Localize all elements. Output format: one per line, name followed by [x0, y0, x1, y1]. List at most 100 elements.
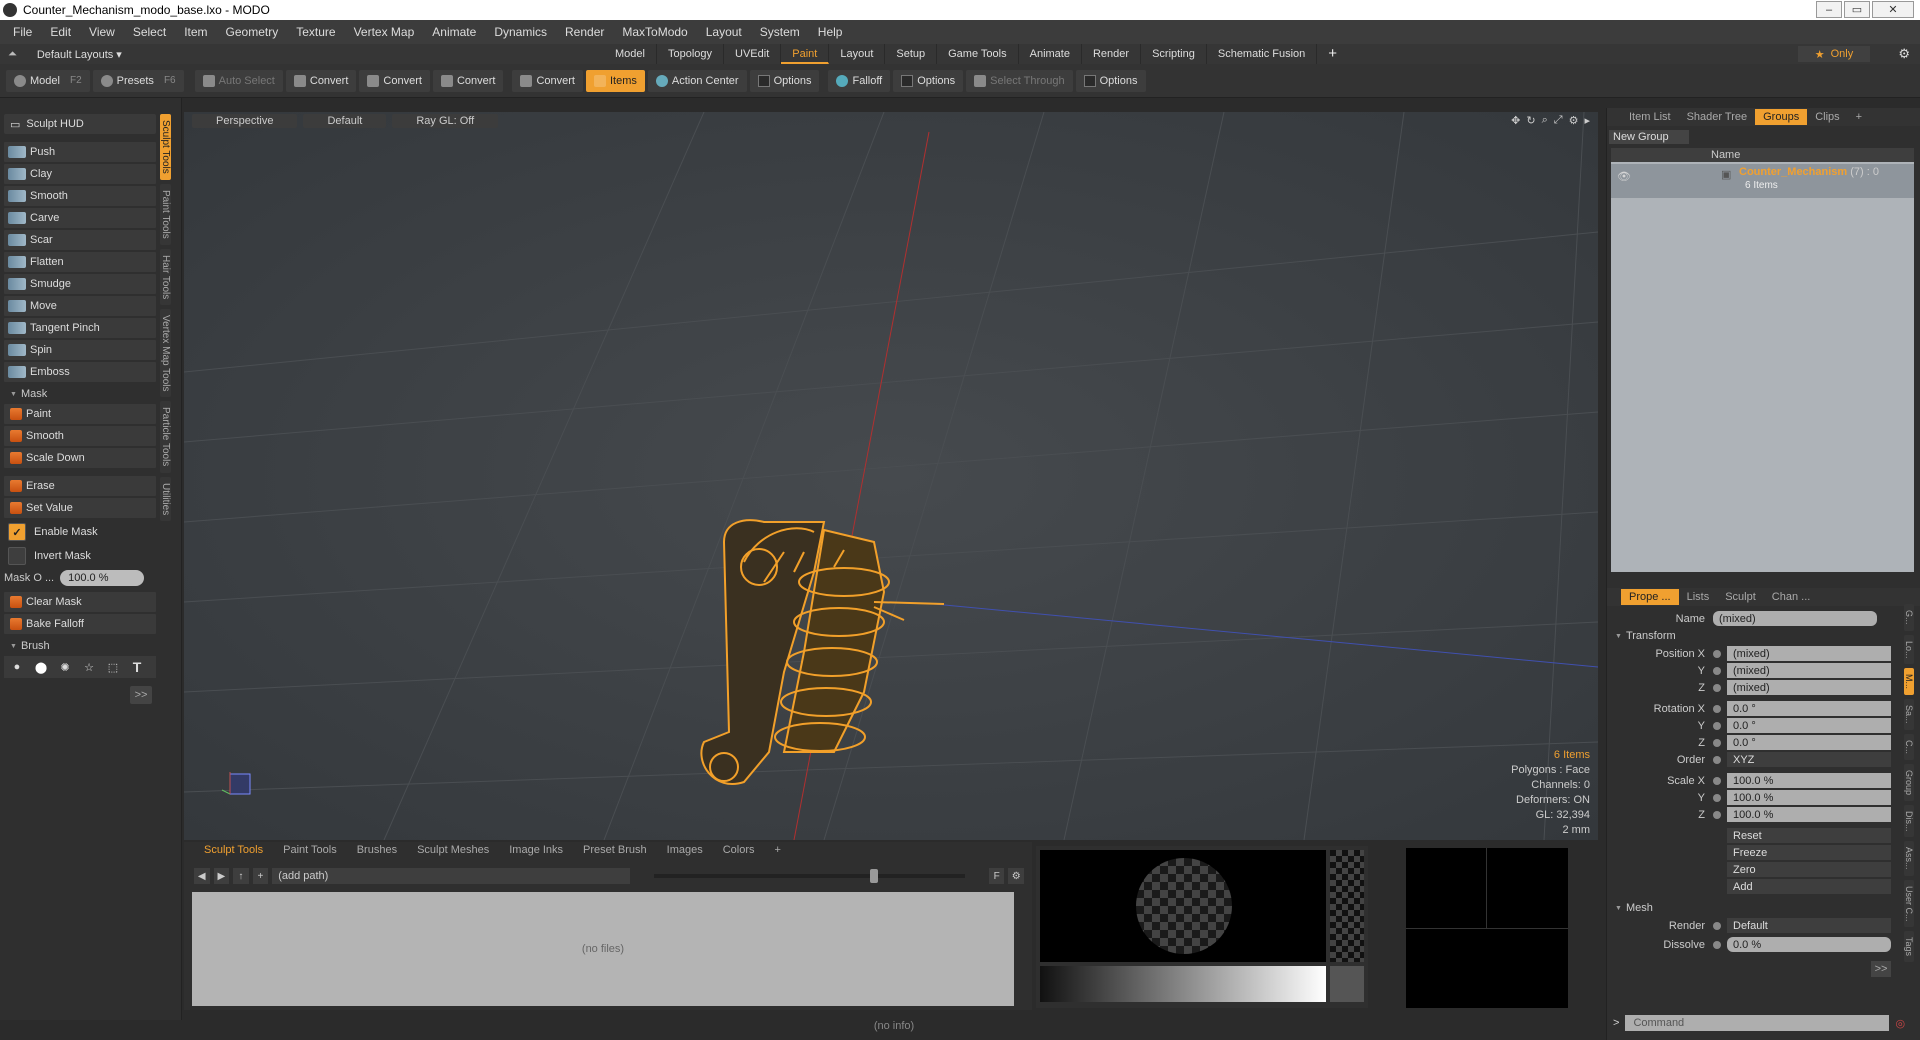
menu-item[interactable]: Item [175, 25, 216, 39]
vtab-paint-tools[interactable]: Paint Tools [160, 183, 171, 245]
filter-icon[interactable]: F [988, 868, 1005, 884]
tab-channels[interactable]: Chan ... [1764, 591, 1819, 603]
vtab-tags[interactable]: Tags [1904, 931, 1914, 963]
menu-dynamics[interactable]: Dynamics [485, 25, 556, 39]
btab-preset-brush[interactable]: Preset Brush [573, 844, 657, 856]
maximize-button[interactable]: ▭ [1844, 1, 1870, 18]
mask-tool-set-value[interactable]: Set Value [4, 498, 156, 518]
raygl-dropdown[interactable]: Ray GL: Off [392, 114, 499, 128]
maximize-viewport-icon[interactable]: ⤢ [1554, 114, 1563, 127]
menu-vertex-map[interactable]: Vertex Map [345, 25, 424, 39]
thumbnail-size-slider[interactable] [653, 869, 965, 883]
vtab-group[interactable]: Group [1904, 763, 1914, 801]
keyframe-dot-icon[interactable] [1713, 940, 1721, 949]
keyframe-dot-icon[interactable] [1713, 738, 1721, 747]
menu-animate[interactable]: Animate [423, 25, 485, 39]
name-column-header[interactable]: Name [1711, 149, 1740, 161]
add-dropdown[interactable]: Add [1727, 879, 1891, 894]
vtab-utilities[interactable]: Utilities [160, 476, 171, 521]
close-button[interactable]: ✕ [1872, 1, 1914, 18]
zoom-icon[interactable]: ⌕ [1542, 114, 1548, 127]
tool-tangent-pinch[interactable]: Tangent Pinch [4, 318, 156, 338]
convert-edges-button[interactable]: Convert [359, 69, 430, 92]
keyframe-dot-icon[interactable] [1713, 721, 1721, 730]
vtab-sculpt-tools[interactable]: Sculpt Tools [160, 114, 171, 180]
name-field[interactable]: (mixed) [1713, 611, 1877, 626]
invert-mask-toggle[interactable]: Invert Mask [4, 544, 156, 568]
vtab-sa[interactable]: Sa... [1904, 699, 1914, 730]
menu-view[interactable]: View [80, 25, 124, 39]
dissolve-field[interactable]: 0.0 % [1727, 937, 1891, 952]
menu-system[interactable]: System [751, 25, 809, 39]
position-z-field[interactable]: (mixed) [1727, 680, 1891, 695]
tool-carve[interactable]: Carve [4, 208, 156, 228]
group-row[interactable]: 👁 ▣ Counter_Mechanism (7) : 0 6 Items [1611, 164, 1914, 198]
back-arrow-icon[interactable]: ◀ [194, 868, 210, 884]
browser-gear-icon[interactable]: ⚙ [1008, 868, 1024, 884]
forward-arrow-icon[interactable]: ▶ [213, 868, 230, 884]
select-through-options-button[interactable]: Options [1075, 69, 1146, 92]
pan-icon[interactable]: ✥ [1511, 114, 1520, 127]
presets-button[interactable]: Presets F6 [92, 69, 184, 92]
menu-help[interactable]: Help [809, 25, 852, 39]
view-type-dropdown[interactable]: Perspective [192, 114, 298, 128]
vtab-g[interactable]: G... [1904, 604, 1914, 631]
default-layouts-dropdown[interactable]: Default Layouts ▾ [37, 48, 122, 61]
items-button[interactable]: Items [586, 69, 645, 92]
position-y-field[interactable]: (mixed) [1727, 663, 1891, 678]
convert-vertices-button[interactable]: Convert [285, 69, 357, 92]
sculpt-hud-button[interactable]: ▭ Sculpt HUD [4, 114, 156, 134]
path-dropdown[interactable]: (add path) [272, 868, 630, 884]
splat-brush-icon[interactable]: ✺ [56, 658, 74, 676]
brush-section-header[interactable]: Brush [4, 636, 156, 656]
star-brush-icon[interactable]: ☆ [80, 658, 98, 676]
shading-dropdown[interactable]: Default [303, 114, 387, 128]
viewport-gear-icon[interactable]: ⚙ [1569, 114, 1579, 127]
mask-tool-paint[interactable]: Paint [4, 404, 156, 424]
falloff-button[interactable]: Falloff [828, 69, 891, 92]
vtab-lo[interactable]: Lo... [1904, 634, 1914, 665]
new-group-button[interactable]: New Group [1609, 130, 1689, 144]
keyframe-dot-icon[interactable] [1713, 666, 1721, 675]
auto-select-button[interactable]: Auto Select [194, 69, 283, 92]
tab-setup[interactable]: Setup [885, 44, 938, 64]
gear-icon[interactable]: ⚙ [1898, 46, 1910, 62]
btab-image-inks[interactable]: Image Inks [499, 844, 573, 856]
expand-button[interactable]: >> [130, 686, 152, 704]
hard-brush-icon[interactable]: ⬤ [32, 658, 50, 676]
btab-colors[interactable]: Colors [713, 844, 765, 856]
mask-tool-scale-down[interactable]: Scale Down [4, 448, 156, 468]
keyframe-dot-icon[interactable] [1713, 793, 1721, 802]
file-list[interactable]: (no files) [192, 892, 1014, 1006]
keyframe-dot-icon[interactable] [1713, 683, 1721, 692]
procedural-brush-icon[interactable]: ⬚ [104, 658, 122, 676]
menu-maxtomodo[interactable]: MaxToModo [613, 25, 696, 39]
tool-smooth[interactable]: Smooth [4, 186, 156, 206]
tab-topology[interactable]: Topology [657, 44, 725, 64]
minimize-button[interactable]: – [1816, 1, 1842, 18]
tab-animate[interactable]: Animate [1019, 44, 1082, 64]
options-checkbox-3[interactable] [1083, 74, 1096, 87]
tab-layout[interactable]: Layout [829, 44, 886, 64]
action-center-options-button[interactable]: Options [749, 69, 820, 92]
add-browser-tab-icon[interactable]: + [765, 844, 791, 856]
keyframe-dot-icon[interactable] [1713, 810, 1721, 819]
add-tab-icon[interactable]: + [1317, 44, 1348, 64]
convert-polygons-button[interactable]: Convert [432, 69, 504, 92]
enable-mask-toggle[interactable]: ✓ Enable Mask [4, 520, 156, 544]
visibility-eye-icon[interactable]: 👁 [1617, 170, 1631, 183]
tab-model[interactable]: Model [604, 44, 657, 64]
tool-flatten[interactable]: Flatten [4, 252, 156, 272]
tool-push[interactable]: Push [4, 142, 156, 162]
add-path-icon[interactable]: + [252, 868, 269, 884]
scale-z-field[interactable]: 100.0 % [1727, 807, 1891, 822]
tab-render[interactable]: Render [1082, 44, 1142, 64]
text-brush-icon[interactable]: T [128, 658, 146, 676]
command-history-icon[interactable]: ◎ [1895, 1017, 1905, 1030]
menu-edit[interactable]: Edit [41, 25, 80, 39]
action-center-button[interactable]: Action Center [647, 69, 747, 92]
zero-dropdown[interactable]: Zero [1727, 862, 1891, 877]
vtab-particle-tools[interactable]: Particle Tools [160, 401, 171, 473]
menu-geometry[interactable]: Geometry [217, 25, 288, 39]
tab-uvedit[interactable]: UVEdit [724, 44, 782, 64]
